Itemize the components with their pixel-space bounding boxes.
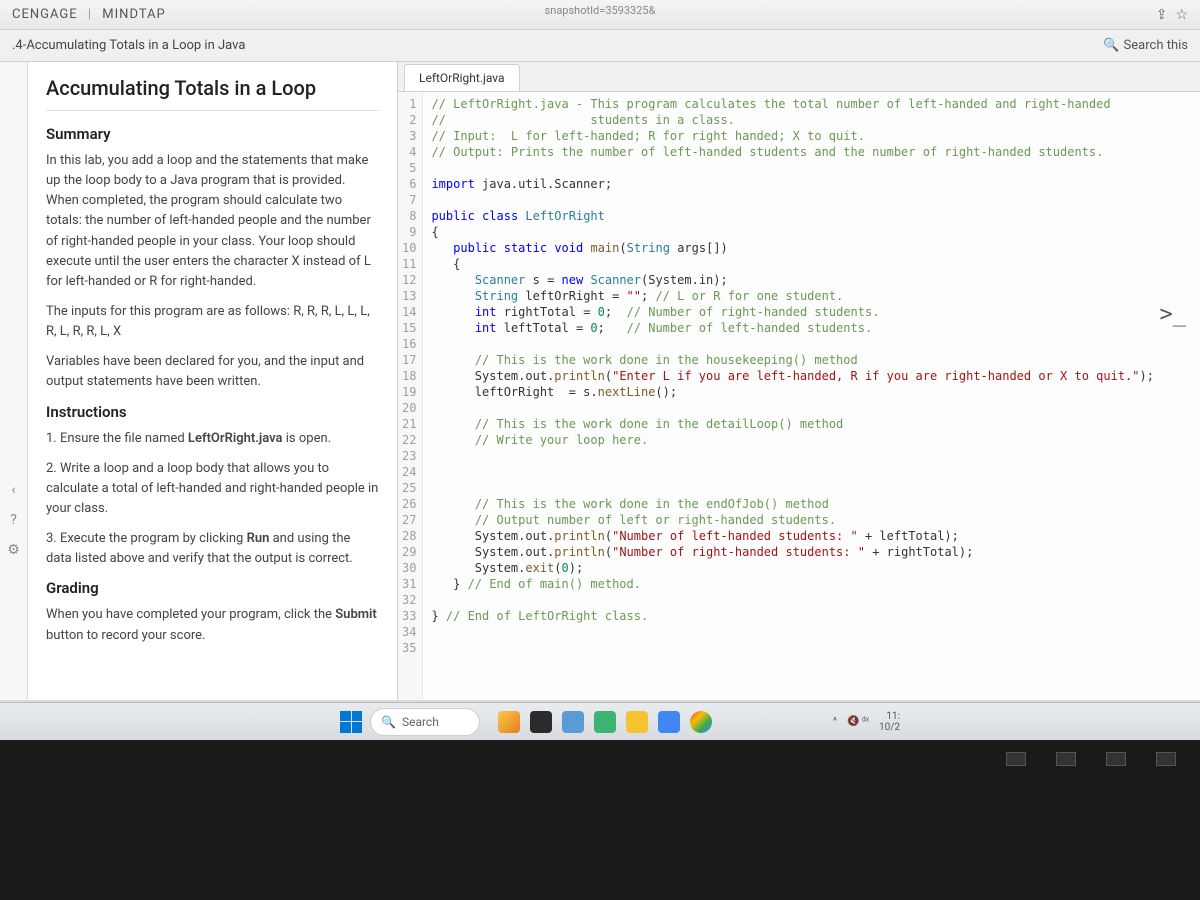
rail-help-icon[interactable]: ? <box>10 512 17 528</box>
page-title: Accumulating Totals in a Loop <box>46 76 379 111</box>
instruction-step-1: 1. Ensure the file named LeftOrRight.jav… <box>46 429 379 449</box>
search-this-course[interactable]: 🔍 Search this <box>1103 38 1188 53</box>
rail-settings-icon[interactable]: ⚙ <box>7 542 20 558</box>
brand-separator: | <box>88 7 92 22</box>
brand-right: MINDTAP <box>102 7 165 22</box>
summary-heading: Summary <box>46 125 379 143</box>
url-fragment: snapshotId=3593325& <box>545 4 656 17</box>
system-tray: ^ 🔇 ᵈˣ 11: 10/2 <box>833 711 900 733</box>
indicator-light <box>1156 752 1176 766</box>
brand-left: CENGAGE <box>12 7 78 22</box>
instruction-step-2: 2. Write a loop and a loop body that all… <box>46 459 379 519</box>
indicator-light <box>1006 752 1026 766</box>
rail-back-icon[interactable]: ‹ <box>11 482 15 498</box>
taskbar-app-icon[interactable] <box>690 711 712 733</box>
indicator-light <box>1106 752 1126 766</box>
code-area[interactable]: 1234567891011121314151617181920212223242… <box>398 92 1200 700</box>
summary-paragraph-1: In this lab, you add a loop and the stat… <box>46 151 379 292</box>
tray-chevron-icon[interactable]: ^ <box>833 716 837 727</box>
side-rail: ‹ ? ⚙ <box>0 62 28 700</box>
taskbar-app-icon[interactable] <box>658 711 680 733</box>
taskbar-search[interactable]: 🔍 Search <box>370 708 480 736</box>
star-icon[interactable]: ☆ <box>1175 7 1188 23</box>
instruction-step-3: 3. Execute the program by clicking Run a… <box>46 529 379 569</box>
instructions-heading: Instructions <box>46 403 379 421</box>
taskbar-apps <box>498 711 712 733</box>
grading-heading: Grading <box>46 579 379 597</box>
laptop-bezel <box>0 740 1200 900</box>
tray-clock[interactable]: 11: 10/2 <box>879 711 900 733</box>
instructions-panel: Accumulating Totals in a Loop Summary In… <box>28 62 398 700</box>
line-gutter: 1234567891011121314151617181920212223242… <box>398 92 423 700</box>
search-icon: 🔍 <box>381 715 396 729</box>
indicator-light <box>1056 752 1076 766</box>
top-bar: CENGAGE | MINDTAP snapshotId=3593325& ⇪ … <box>0 0 1200 30</box>
terminal-icon[interactable]: >_ <box>1160 302 1187 327</box>
summary-paragraph-2: The inputs for this program are as follo… <box>46 302 379 342</box>
main-area: ‹ ? ⚙ Accumulating Totals in a Loop Summ… <box>0 62 1200 700</box>
code-editor: LeftOrRight.java 12345678910111213141516… <box>398 62 1200 700</box>
taskbar-app-icon[interactable] <box>626 711 648 733</box>
search-icon: 🔍 <box>1103 38 1119 53</box>
editor-tab-bar: LeftOrRight.java <box>398 62 1200 92</box>
taskbar-app-icon[interactable] <box>562 711 584 733</box>
topbar-actions: ⇪ ☆ <box>1156 7 1188 23</box>
windows-taskbar: 🔍 Search ^ 🔇 ᵈˣ 11: 10/2 <box>0 702 1200 740</box>
brand: CENGAGE | MINDTAP <box>12 7 166 22</box>
breadcrumb: .4-Accumulating Totals in a Loop in Java <box>12 38 245 53</box>
sub-header: .4-Accumulating Totals in a Loop in Java… <box>0 30 1200 62</box>
taskbar-app-icon[interactable] <box>530 711 552 733</box>
taskbar-app-icon[interactable] <box>498 711 520 733</box>
share-icon[interactable]: ⇪ <box>1156 7 1168 23</box>
grading-paragraph: When you have completed your program, cl… <box>46 605 379 645</box>
summary-paragraph-3: Variables have been declared for you, an… <box>46 352 379 392</box>
editor-tab[interactable]: LeftOrRight.java <box>404 64 520 91</box>
taskbar-app-icon[interactable] <box>594 711 616 733</box>
code-content[interactable]: // LeftOrRight.java - This program calcu… <box>423 92 1162 700</box>
start-button[interactable] <box>340 711 362 733</box>
tray-speaker-icon[interactable]: 🔇 ᵈˣ <box>847 716 869 727</box>
